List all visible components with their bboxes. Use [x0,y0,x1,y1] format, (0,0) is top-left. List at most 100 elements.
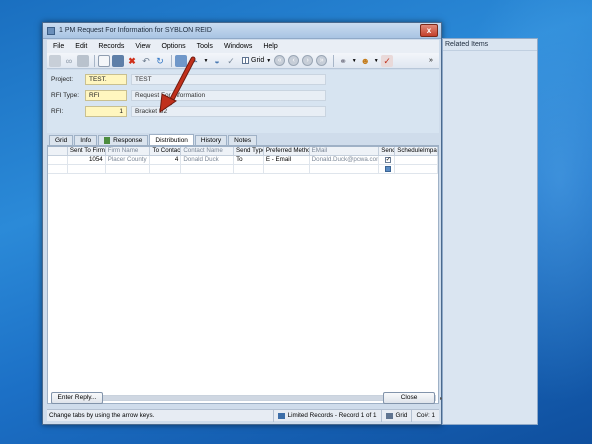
rfi-row: RFI: 1 Bracket U2 [51,106,326,117]
expand-panel-icon[interactable]: » [425,55,437,67]
toolbar-separator [171,54,172,67]
column-header[interactable]: To Contact [150,147,182,155]
project-row: Project: TEST. TEST [51,74,326,85]
grid-view-button[interactable]: Grid ▼ [242,57,271,64]
calculator-icon[interactable] [175,54,187,67]
send-checkbox[interactable] [384,166,391,172]
checklist-icon[interactable]: ✓ [381,54,394,67]
tab-notes-label: Notes [234,137,252,144]
tab-response[interactable]: Response [98,135,149,145]
dropdown-arrow-icon[interactable]: ▼ [203,55,209,67]
dropdown-arrow-icon[interactable]: ▼ [373,55,379,67]
horizontal-scrollbar[interactable]: ◂ ▸ [61,395,443,402]
rfi-type-field[interactable]: RFI [85,90,127,101]
column-header[interactable]: Send [379,147,396,155]
rfi-window: 1 PM Request For Information for SYBLON … [42,22,443,425]
related-items-panel: Related Items [442,38,538,425]
menu-tools[interactable]: Tools [197,43,213,50]
column-header[interactable]: Send Type [234,147,264,155]
rfi-type-description: Request For Information [131,90,326,101]
send-checkbox[interactable]: ✓ [384,157,391,163]
dropdown-arrow-icon[interactable]: ▼ [351,55,357,67]
column-header[interactable]: ScheduleImpact [395,147,438,155]
rfi-label: RFI: [51,108,64,115]
print-icon[interactable] [77,54,89,67]
edit-pencil-icon[interactable] [49,54,61,67]
distribution-grid: Sent To Firm Firm Name To Contact Contac… [47,146,443,404]
delete-icon[interactable]: ✖ [126,55,138,67]
tab-history[interactable]: History [194,135,228,145]
view-mode[interactable]: Grid [380,409,412,422]
save-icon[interactable] [112,54,124,67]
new-record-icon[interactable] [98,54,110,67]
sent-to-firm-cell[interactable]: 1054 [68,156,106,164]
preferred-method-cell[interactable]: E - Email [264,156,310,164]
enter-reply-button[interactable]: Enter Reply... [51,392,103,404]
send-type-cell[interactable] [234,165,264,173]
refresh-icon[interactable]: ↻ [154,55,166,67]
schedule-impact-cell[interactable] [395,156,438,164]
column-header[interactable]: Preferred Method [264,147,310,155]
contact-name-cell: Donald Duck [181,156,235,164]
tab-history-label: History [200,137,222,144]
table-row[interactable]: 1054 Placer County 4 Donald Duck To E - … [48,156,438,165]
previous-record-icon[interactable]: ‹ [288,55,300,66]
tab-grid[interactable]: Grid [49,135,74,145]
to-contact-cell[interactable]: 4 [150,156,182,164]
scrollbar-thumb[interactable] [73,396,413,400]
send-checkbox-cell[interactable] [379,165,396,173]
tab-notes[interactable]: Notes [228,135,258,145]
window-titlebar[interactable]: 1 PM Request For Information for SYBLON … [43,23,441,39]
status-hint: Change tabs by using the arrow keys. [49,412,155,419]
spellcheck-icon[interactable]: ✓ [225,55,237,67]
email-cell [310,165,380,173]
firm-name-cell: Placer County [106,156,151,164]
link-icon[interactable]: ∞ [63,55,75,67]
menu-edit[interactable]: Edit [75,43,87,50]
menu-file[interactable]: File [53,43,64,50]
column-header[interactable]: Firm Name [106,147,151,155]
menu-view[interactable]: View [135,43,150,50]
close-button[interactable]: Close [383,392,435,404]
tab-grid-label: Grid [55,137,68,144]
window-close-icon[interactable]: x [420,24,438,37]
document-icon [104,137,111,144]
row-indicator [48,165,68,173]
to-contact-cell[interactable] [150,165,182,173]
tab-response-label: Response [113,137,143,144]
first-record-icon[interactable]: « [274,55,286,66]
project-field[interactable]: TEST. [85,74,127,85]
menu-help[interactable]: Help [263,43,277,50]
next-record-icon[interactable]: › [302,55,314,66]
last-record-icon[interactable]: » [316,55,328,66]
chain-link-icon[interactable]: ⚭ [337,55,349,67]
related-items-title: Related Items [443,39,537,51]
grid-header: Sent To Firm Firm Name To Contact Contac… [48,147,438,156]
row-indicator [48,156,68,164]
menu-options[interactable]: Options [161,43,185,50]
undo-icon[interactable]: ↶ [140,55,152,67]
menu-windows[interactable]: Windows [224,43,252,50]
rfi-number-field[interactable]: 1 [85,106,127,117]
company-number: Co#: 1 [411,409,439,422]
rfi-description[interactable]: Bracket U2 [131,106,326,117]
contact-name-cell [181,165,235,173]
column-header[interactable]: EMail [310,147,380,155]
sent-to-firm-cell[interactable] [68,165,106,173]
schedule-impact-cell[interactable] [395,165,438,173]
tab-info[interactable]: Info [74,135,98,145]
preferred-method-cell[interactable] [264,165,310,173]
column-header[interactable]: Contact Name [181,147,235,155]
grid-view-label: Grid [251,57,265,64]
column-header[interactable]: Sent To Firm [68,147,106,155]
send-checkbox-cell[interactable]: ✓ [379,156,396,164]
binoculars-icon[interactable]: ◒ [211,55,223,67]
rfi-type-row: RFI Type: RFI Request For Information [51,90,326,101]
attachment-icon[interactable]: ⌁ [189,55,201,67]
menu-records[interactable]: Records [98,43,124,50]
send-type-cell[interactable]: To [234,156,264,164]
tab-distribution[interactable]: Distribution [149,134,194,145]
users-icon[interactable]: ☻ [359,55,371,67]
header-fields: Project: TEST. TEST RFI Type: RFI Reques… [47,70,439,133]
table-row[interactable] [48,165,438,174]
